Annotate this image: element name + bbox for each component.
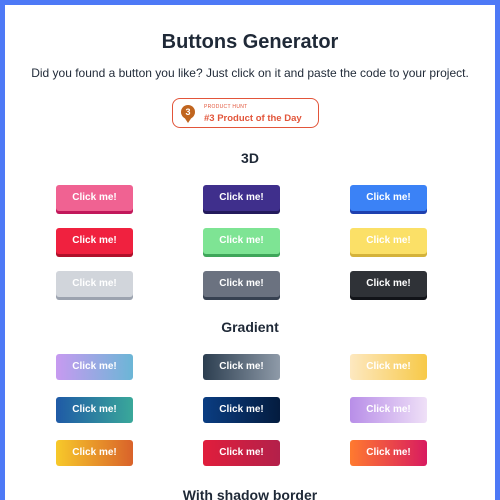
button-gradient-cream-gold[interactable]: Click me! [350,354,427,380]
button-3d-blue[interactable]: Click me! [350,185,427,211]
section-title-gradient: Gradient [221,319,279,335]
button-gradient-red-magenta[interactable]: Click me! [203,440,280,466]
badge-main-label: #3 Product of the Day [204,113,302,124]
button-gradient-lavender[interactable]: Click me! [350,397,427,423]
button-gradient-navy[interactable]: Click me! [203,397,280,423]
button-3d-green[interactable]: Click me! [203,228,280,254]
section-title-shadow-border: With shadow border [182,487,318,500]
badge-small-label: PRODUCT HUNT [204,104,248,110]
page-subtitle: Did you found a button you like? Just cl… [31,66,469,80]
button-gradient-blue-teal[interactable]: Click me! [56,397,133,423]
button-3d-indigo[interactable]: Click me! [203,185,280,211]
section-title-3d: 3D [241,150,259,166]
button-gradient-orange-pink[interactable]: Click me! [350,440,427,466]
button-3d-gray[interactable]: Click me! [203,271,280,297]
medal-ribbon-icon [184,117,192,123]
button-gradient-slate[interactable]: Click me! [203,354,280,380]
button-gradient-yellow-orange[interactable]: Click me! [56,440,133,466]
button-3d-yellow[interactable]: Click me! [350,228,427,254]
button-3d-dark[interactable]: Click me! [350,271,427,297]
product-hunt-badge[interactable]: 3 PRODUCT HUNT #3 Product of the Day [172,98,319,128]
button-3d-red[interactable]: Click me! [56,228,133,254]
button-3d-light-gray[interactable]: Click me! [56,271,133,297]
button-3d-pink[interactable]: Click me! [56,185,133,211]
button-gradient-purple-teal[interactable]: Click me! [56,354,133,380]
page-title: Buttons Generator [161,31,339,53]
page-frame: Buttons Generator Did you found a button… [5,5,495,500]
